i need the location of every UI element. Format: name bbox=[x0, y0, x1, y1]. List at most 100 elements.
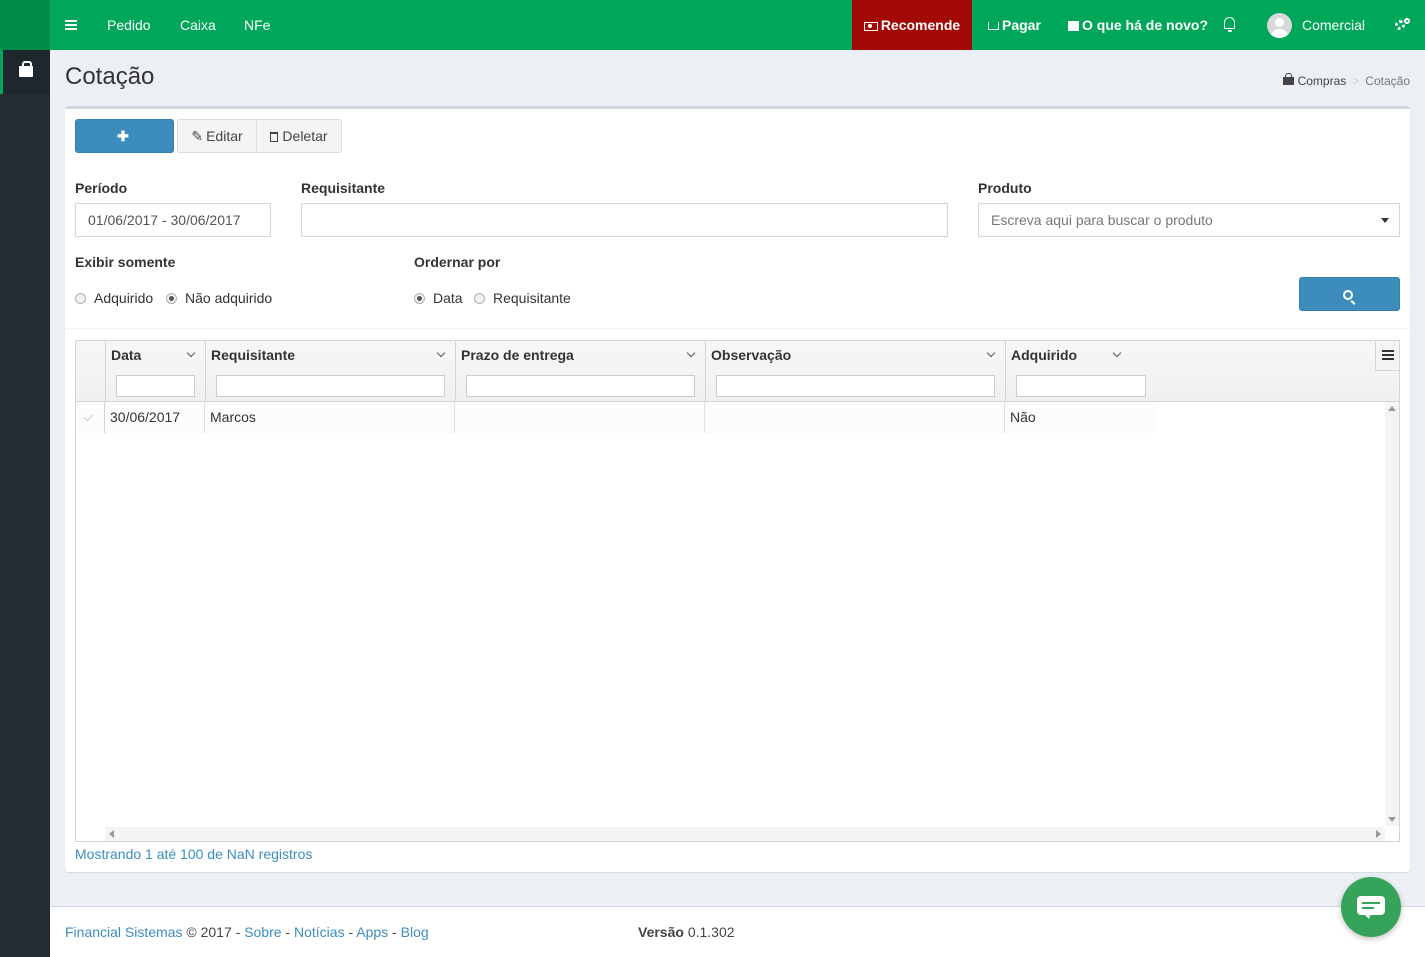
pagar-button[interactable]: Pagar bbox=[988, 0, 1041, 50]
shopping-bag-icon bbox=[19, 61, 33, 77]
vertical-scrollbar[interactable] bbox=[1385, 402, 1399, 826]
filter-input-adquirido[interactable] bbox=[1016, 375, 1146, 397]
grid-menu-button[interactable] bbox=[1375, 341, 1399, 371]
footer-link-noticias[interactable]: Notícias bbox=[294, 924, 345, 940]
nav-nfe[interactable]: NFe bbox=[244, 0, 270, 50]
breadcrumb-compras[interactable]: Compras bbox=[1298, 74, 1347, 88]
cell-observacao bbox=[705, 402, 1005, 433]
column-header-observacao[interactable]: Observação bbox=[705, 341, 1005, 401]
radio-requisitante[interactable]: Requisitante bbox=[474, 290, 571, 306]
ordenar-label: Ordernar por bbox=[414, 254, 501, 270]
search-icon bbox=[1342, 290, 1355, 305]
add-label: Adicionar bbox=[95, 160, 154, 176]
chat-icon bbox=[1357, 896, 1385, 915]
footer-link-blog[interactable]: Blog bbox=[401, 924, 429, 940]
logo-area[interactable] bbox=[0, 0, 50, 50]
check-icon bbox=[83, 411, 94, 422]
radio-circle[interactable] bbox=[474, 293, 485, 304]
novidades-button[interactable]: O que há de novo? bbox=[1068, 0, 1208, 50]
footer-version: Versão 0.1.302 bbox=[638, 924, 735, 940]
grid-header: Data Requisitante Prazo de entrega Obser… bbox=[76, 341, 1399, 402]
avatar[interactable] bbox=[1267, 13, 1292, 38]
footer-company-link[interactable]: Financial Sistemas bbox=[65, 924, 183, 940]
version-label: Versão bbox=[638, 924, 684, 940]
radio-data-label: Data bbox=[433, 290, 463, 306]
scroll-down-icon[interactable] bbox=[1388, 817, 1396, 822]
scroll-right-icon[interactable] bbox=[1376, 830, 1381, 838]
column-title: Data bbox=[111, 347, 142, 363]
column-header-requisitante[interactable]: Requisitante bbox=[205, 341, 455, 401]
data-grid: Data Requisitante Prazo de entrega Obser… bbox=[75, 340, 1400, 842]
radio-requisitante-label: Requisitante bbox=[493, 290, 571, 306]
cell-prazo bbox=[455, 402, 705, 433]
exibir-label: Exibir somente bbox=[75, 254, 176, 270]
trash-icon bbox=[270, 132, 279, 142]
cogs-icon[interactable] bbox=[1395, 18, 1411, 32]
edit-label: Editar bbox=[206, 128, 243, 144]
periodo-label: Período bbox=[75, 180, 128, 196]
grid-info: Mostrando 1 até 100 de NaN registros bbox=[75, 846, 313, 862]
radio-circle-checked[interactable] bbox=[166, 293, 177, 304]
plus-icon: ✚ bbox=[117, 128, 129, 144]
hamburger-icon bbox=[65, 20, 77, 22]
produto-placeholder: Escreva aqui para buscar o produto bbox=[991, 212, 1213, 228]
scroll-up-icon[interactable] bbox=[1388, 406, 1396, 411]
add-button[interactable]: ✚ Adicionar bbox=[75, 119, 174, 176]
footer-link-apps[interactable]: Apps bbox=[356, 924, 388, 940]
version-number: 0.1.302 bbox=[687, 924, 735, 940]
column-header-prazo[interactable]: Prazo de entrega bbox=[455, 341, 705, 401]
chevron-down-icon[interactable] bbox=[186, 348, 196, 358]
search-button[interactable]: Pesquisar bbox=[1299, 277, 1400, 334]
chevron-down-icon[interactable] bbox=[986, 348, 996, 358]
scroll-left-icon[interactable] bbox=[109, 830, 114, 838]
caret-down-icon bbox=[1381, 218, 1389, 223]
filter-input-data[interactable] bbox=[116, 375, 195, 397]
sidebar-toggle-button[interactable] bbox=[50, 0, 92, 50]
footer: Financial Sistemas © 2017 - Sobre - Notí… bbox=[50, 906, 1425, 957]
nav-caixa[interactable]: Caixa bbox=[180, 0, 216, 50]
cart-icon bbox=[988, 22, 999, 30]
delete-button[interactable]: Deletar bbox=[256, 119, 342, 153]
horizontal-scrollbar[interactable] bbox=[105, 827, 1385, 841]
cell-data: 30/06/2017 bbox=[105, 402, 205, 433]
sidebar-item-compras[interactable] bbox=[0, 50, 50, 94]
edit-button[interactable]: ✎ Editar bbox=[177, 119, 257, 153]
footer-copyright: © 2017 - bbox=[186, 924, 241, 940]
chevron-down-icon[interactable] bbox=[436, 348, 446, 358]
radio-nao-adquirido[interactable]: Não adquirido bbox=[166, 290, 272, 306]
filter-input-requisitante[interactable] bbox=[216, 375, 445, 397]
footer-link-sobre[interactable]: Sobre bbox=[244, 924, 281, 940]
radio-circle-checked[interactable] bbox=[414, 293, 425, 304]
sidebar bbox=[0, 50, 50, 957]
gift-icon bbox=[1068, 21, 1079, 31]
produto-label: Produto bbox=[978, 180, 1032, 196]
filter-input-observacao[interactable] bbox=[716, 375, 995, 397]
radio-adquirido[interactable]: Adquirido bbox=[75, 290, 153, 306]
chevron-down-icon[interactable] bbox=[686, 348, 696, 358]
column-header-data[interactable]: Data bbox=[105, 341, 205, 401]
chevron-down-icon[interactable] bbox=[1112, 348, 1122, 358]
table-row[interactable]: 30/06/2017 Marcos Não bbox=[76, 402, 1154, 433]
page-title: Cotação bbox=[65, 63, 155, 90]
column-header-adquirido[interactable]: Adquirido bbox=[1005, 341, 1155, 401]
produto-select[interactable]: Escreva aqui para buscar o produto bbox=[978, 203, 1400, 237]
filter-input-prazo[interactable] bbox=[466, 375, 695, 397]
column-title: Observação bbox=[711, 347, 792, 363]
radio-data[interactable]: Data bbox=[414, 290, 463, 306]
bell-icon[interactable] bbox=[1222, 17, 1238, 33]
requisitante-input[interactable] bbox=[301, 203, 948, 237]
cell-requisitante: Marcos bbox=[205, 402, 455, 433]
recomende-button[interactable]: Recomende bbox=[852, 0, 972, 50]
periodo-input[interactable]: 01/06/2017 - 30/06/2017 bbox=[75, 203, 271, 237]
user-menu[interactable]: Comercial bbox=[1302, 0, 1365, 50]
row-select[interactable] bbox=[76, 402, 105, 433]
chat-button[interactable] bbox=[1341, 877, 1401, 937]
footer-left: Financial Sistemas © 2017 - Sobre - Notí… bbox=[65, 924, 429, 940]
radio-circle[interactable] bbox=[75, 293, 86, 304]
radio-nao-adquirido-label: Não adquirido bbox=[185, 290, 273, 306]
nav-pedido[interactable]: Pedido bbox=[107, 0, 151, 50]
hamburger-icon-line bbox=[65, 28, 77, 30]
hamburger-icon bbox=[1382, 350, 1394, 352]
cell-adquirido: Não bbox=[1010, 409, 1036, 425]
main-box: ✚ Adicionar ✎ Editar Deletar Período 01/06… bbox=[65, 106, 1410, 872]
